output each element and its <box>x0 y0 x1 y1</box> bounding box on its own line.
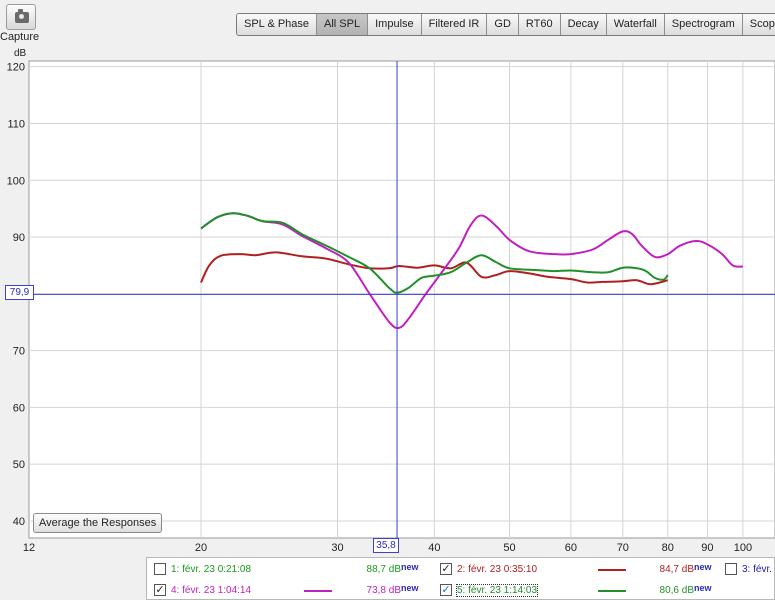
legend-item-3[interactable]: 3: févr. <box>725 561 775 578</box>
legend-checkbox-5[interactable]: ✓ <box>440 584 452 596</box>
legend-badge-4: new <box>401 583 419 593</box>
legend-checkbox-2[interactable]: ✓ <box>440 563 452 575</box>
legend-label-2: 2: févr. 23 0:35:10 <box>457 564 538 575</box>
legend-item-2[interactable]: ✓ 2: févr. 23 0:35:10 84,7 dB new <box>440 561 715 578</box>
x-tick-label: 90 <box>701 542 713 554</box>
y-tick-label: 40 <box>13 516 25 528</box>
x-tick-label: 60 <box>565 542 577 554</box>
legend-value-5: 80,6 dB <box>659 585 694 596</box>
y-tick-label: 110 <box>7 118 25 130</box>
cursor-x-readout: 35,8 <box>373 538 399 553</box>
y-tick-label: 70 <box>13 346 25 358</box>
legend-value-2: 84,7 dB <box>659 564 694 575</box>
y-tick-label: 100 <box>7 175 25 187</box>
legend-label-5: 5: févr. 23 1:14:03 <box>455 584 539 597</box>
legend-swatch-5 <box>598 590 626 592</box>
legend-value-1: 88,7 dB <box>366 564 401 575</box>
y-tick-label: 90 <box>13 232 25 244</box>
x-tick-label: 100 <box>734 542 752 554</box>
legend-label-4: 4: févr. 23 1:04:14 <box>171 585 252 596</box>
legend-badge-5: new <box>694 583 712 593</box>
spl-plot[interactable]: 405060708090100110120 122030405060708090… <box>0 0 775 560</box>
y-tick-label: 120 <box>7 62 25 74</box>
x-tick-label: 80 <box>662 542 674 554</box>
rew-window: Capture dB SPL & Phase All SPL Impulse Filt… <box>0 0 775 600</box>
legend-value-4: 73,8 dB <box>366 585 401 596</box>
x-tick-label: 20 <box>195 542 207 554</box>
legend-swatch-2 <box>598 569 626 571</box>
legend-label-3: 3: févr. <box>742 564 773 575</box>
legend-value-item-1: 88,7 dB new <box>347 561 442 578</box>
legend-item-5[interactable]: ✓ 5: févr. 23 1:14:03 80,6 dB new <box>440 582 715 599</box>
x-tick-label: 70 <box>617 542 629 554</box>
legend-swatch-4 <box>304 590 332 592</box>
x-tick-label: 50 <box>503 542 515 554</box>
y-tick-label: 50 <box>13 459 25 471</box>
legend-checkbox-4[interactable]: ✓ <box>154 584 166 596</box>
average-responses-button[interactable]: Average the Responses <box>33 513 163 533</box>
plot-area[interactable] <box>28 60 775 539</box>
measurement-legend: 1: févr. 23 0:21:08 88,7 dB new ✓ 2: fév… <box>146 557 775 600</box>
legend-badge-2: new <box>694 562 712 572</box>
x-tick-label: 40 <box>428 542 440 554</box>
legend-checkbox-1[interactable] <box>154 563 166 575</box>
x-tick-label: 12 <box>23 542 35 554</box>
legend-item-4[interactable]: ✓ 4: févr. 23 1:04:14 73,8 dB new <box>154 582 444 599</box>
x-tick-label: 30 <box>331 542 343 554</box>
legend-badge-1: new <box>401 562 419 572</box>
cursor-y-readout: 79,9 <box>5 285 34 300</box>
legend-label-1: 1: févr. 23 0:21:08 <box>171 564 252 575</box>
y-tick-label: 60 <box>13 402 25 414</box>
legend-checkbox-3[interactable] <box>725 563 737 575</box>
average-button-label: Average the Responses <box>39 517 157 529</box>
